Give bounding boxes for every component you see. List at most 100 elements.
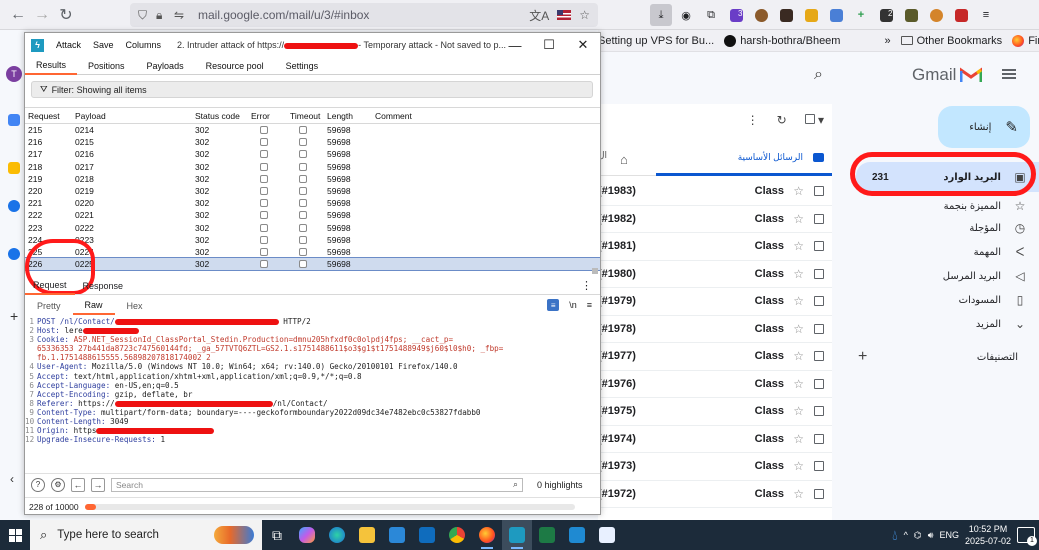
nav-item-snoozed[interactable]: المؤجلة ◷	[846, 216, 1039, 240]
mail-row[interactable]: (#1982) Class ☆	[598, 206, 832, 233]
gmail-logo[interactable]: Gmail	[912, 65, 983, 85]
table-row[interactable]: 217 0216 302 59698	[25, 148, 600, 160]
tab-resource-pool[interactable]: Resource pool	[195, 57, 275, 75]
volume-icon[interactable]: 🔊︎	[928, 530, 934, 541]
tab-raw[interactable]: Raw	[72, 297, 115, 315]
table-row[interactable]: 221 0220 302 59698	[25, 197, 600, 209]
select-all-checkbox[interactable]: ▾	[804, 113, 824, 127]
badge-extension-icon[interactable]: 2	[875, 4, 897, 26]
raw-request-editor[interactable]: 1 POST /nl/Contact/ HTTP/2 2 Host: lere 3 Coo…	[25, 317, 600, 467]
more-options-icon[interactable]: ⋮	[747, 113, 759, 127]
row-checkbox[interactable]	[814, 488, 824, 499]
col-error[interactable]: Error	[248, 111, 287, 121]
taskbar-search[interactable]: ⌕ Type here to search	[30, 520, 262, 550]
row-checkbox[interactable]	[814, 213, 824, 224]
star-icon[interactable]: ☆	[793, 322, 804, 336]
tab-pretty[interactable]: Pretty	[25, 297, 73, 315]
table-row[interactable]: 218 0217 302 59698	[25, 161, 600, 173]
col-status[interactable]: Status code	[192, 111, 248, 121]
star-icon[interactable]: ☆	[793, 184, 804, 198]
editor-menu-icon[interactable]: ≡	[587, 300, 592, 310]
clock[interactable]: 10:52 PM 2025-07-02	[965, 523, 1011, 547]
tab-payloads[interactable]: Payloads	[136, 57, 195, 75]
downloads-icon[interactable]: ⤓	[650, 4, 672, 26]
refresh-icon[interactable]: ↻	[777, 113, 787, 127]
contacts-icon[interactable]	[8, 248, 20, 260]
table-row[interactable]: 215 0214 302 59698	[25, 124, 600, 136]
table-row[interactable]: 216 0215 302 59698	[25, 136, 600, 148]
col-timeout[interactable]: Timeout	[287, 111, 324, 121]
extension-purple-icon[interactable]: 3	[725, 4, 747, 26]
notification-icon[interactable]: 1	[1017, 527, 1037, 546]
star-icon[interactable]: ☆	[793, 239, 804, 253]
network-icon[interactable]: ⌬	[914, 530, 922, 541]
row-checkbox[interactable]	[814, 378, 824, 389]
mail-row[interactable]: (#1978) Class ☆	[598, 316, 832, 343]
star-icon[interactable]: ☆	[793, 459, 804, 473]
add-label-icon[interactable]: +	[858, 348, 867, 366]
translate-icon[interactable]: 文A	[529, 7, 549, 24]
mail-row[interactable]: (#1981) Class ☆	[598, 233, 832, 261]
avatar[interactable]: T	[6, 66, 22, 82]
bookmark-bheem[interactable]: harsh-bothra/Bheem	[724, 34, 840, 47]
star-icon[interactable]: ☆	[793, 377, 804, 391]
row-checkbox[interactable]	[814, 296, 824, 307]
tab-positions[interactable]: Positions	[77, 57, 136, 75]
firefox-icon[interactable]	[472, 520, 502, 550]
mail-row[interactable]: (#1977) Class ☆	[598, 343, 832, 371]
weather-icon[interactable]: 💧︎	[892, 527, 898, 544]
mail-row[interactable]: (#1976) Class ☆	[598, 371, 832, 398]
results-filter-bar[interactable]: ⛛ Filter: Showing all items	[31, 81, 593, 98]
notepad-icon[interactable]	[592, 520, 622, 550]
star-icon[interactable]: ☆	[793, 267, 804, 281]
other-bookmarks[interactable]: Other Bookmarks	[900, 35, 1002, 47]
keep-icon[interactable]	[8, 162, 20, 174]
vscode-icon[interactable]	[562, 520, 592, 550]
nav-item-more[interactable]: المزيد ⌄	[846, 312, 1039, 336]
compose-button[interactable]: إنشاء ✎	[938, 106, 1030, 148]
mail-row[interactable]: (#1983) Class ☆	[598, 178, 832, 206]
edge-icon[interactable]	[322, 520, 352, 550]
star-icon[interactable]: ☆	[793, 349, 804, 363]
nav-item-starred[interactable]: المميزة بنجمة ☆	[846, 196, 1039, 216]
gear-extension-icon[interactable]	[925, 4, 947, 26]
star-icon[interactable]: ☆	[793, 294, 804, 308]
red-leaf-extension-icon[interactable]	[950, 4, 972, 26]
task-view-icon[interactable]: ⧉	[262, 520, 292, 550]
col-length[interactable]: Length	[324, 111, 372, 121]
table-row[interactable]: 222 0221 302 59698	[25, 209, 600, 221]
copy-extension-icon[interactable]	[825, 4, 847, 26]
close-icon[interactable]: ✕	[566, 33, 600, 57]
us-flag-icon[interactable]	[557, 10, 572, 20]
search-input[interactable]: Search ⌕	[111, 477, 523, 492]
help-icon[interactable]: ?	[31, 477, 45, 492]
tab-results[interactable]: Results	[25, 57, 78, 75]
table-row[interactable]: 226 0225 302 59698	[25, 257, 600, 272]
tab-response[interactable]: Response	[75, 277, 132, 295]
search-icon[interactable]: ⌕	[814, 66, 823, 84]
m-extension-icon[interactable]	[800, 4, 822, 26]
settings-gear-icon[interactable]: ⚙	[51, 477, 65, 492]
camo-extension-icon[interactable]	[900, 4, 922, 26]
nav-item-important[interactable]: المهمة ᐸ	[846, 240, 1039, 264]
table-scrollbar[interactable]	[592, 124, 598, 274]
table-row[interactable]: 223 0222 302 59698	[25, 222, 600, 234]
wrap-lines-icon[interactable]: ≡	[547, 299, 560, 311]
menu-attack[interactable]: Attack	[56, 40, 81, 50]
menu-icon[interactable]: ≡	[975, 4, 997, 26]
calendar-icon[interactable]	[8, 114, 20, 126]
row-checkbox[interactable]	[814, 268, 824, 279]
collapse-chevron-icon[interactable]: ‹	[10, 472, 14, 486]
outlook-icon[interactable]	[412, 520, 442, 550]
burp-suite-icon[interactable]	[502, 520, 532, 550]
star-icon[interactable]: ☆	[793, 432, 804, 446]
start-button[interactable]	[0, 520, 30, 550]
nav-item-sent[interactable]: البريد المرسل ◁	[846, 264, 1039, 288]
menu-columns[interactable]: Columns	[126, 40, 162, 50]
star-icon[interactable]: ☆	[793, 404, 804, 418]
table-row[interactable]: 224 0223 302 59698	[25, 234, 600, 246]
avatar-extension-icon[interactable]	[775, 4, 797, 26]
account-icon[interactable]: ◉	[675, 4, 697, 26]
tab-request[interactable]: Request	[25, 277, 75, 295]
maximize-icon[interactable]: ☐	[532, 33, 566, 57]
